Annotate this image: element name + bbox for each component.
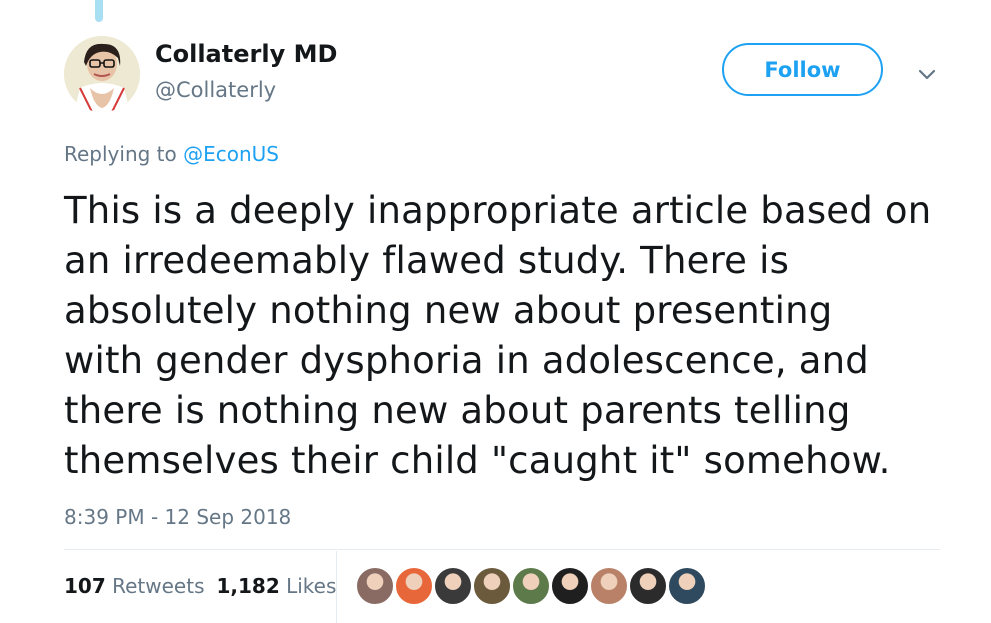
liker-avatar-7[interactable]: [590, 567, 628, 605]
likes-label: Likes: [286, 574, 337, 598]
retweets-count: 107: [64, 574, 106, 598]
reply-mention-link[interactable]: @EconUS: [183, 142, 279, 166]
author-handle[interactable]: @Collaterly: [155, 78, 276, 102]
stats-divider: [64, 549, 940, 550]
liker-avatar-8[interactable]: [629, 567, 667, 605]
tweet-text-line: themselves their child "caught it" someh…: [64, 439, 891, 482]
author-display-name[interactable]: Collaterly MD: [155, 40, 337, 68]
tweet-text-line: with gender dysphoria in adolescence, an…: [64, 339, 869, 382]
retweets-label: Retweets: [112, 574, 205, 598]
tweet-text-line: an irredeemably flawed study. There is: [64, 239, 790, 282]
liker-avatar-4[interactable]: [473, 567, 511, 605]
tweet-card: Collaterly MD @Collaterly Follow Replyin…: [0, 0, 991, 623]
likes-stat[interactable]: 1,182 Likes: [216, 574, 336, 598]
reply-context: Replying to @EconUS: [64, 142, 279, 166]
liker-avatar-5[interactable]: [512, 567, 550, 605]
liker-avatar-6[interactable]: [551, 567, 589, 605]
tweet-text-line: there is nothing new about parents telli…: [64, 389, 851, 432]
author-avatar-image: [64, 36, 140, 112]
liker-avatar-1[interactable]: [356, 567, 394, 605]
liker-avatar-3[interactable]: [434, 567, 472, 605]
reply-context-prefix: Replying to: [64, 142, 184, 166]
follow-button[interactable]: Follow: [722, 43, 883, 96]
author-avatar[interactable]: [64, 36, 140, 112]
retweets-stat[interactable]: 107 Retweets: [64, 574, 204, 598]
liker-avatar-9[interactable]: [668, 567, 706, 605]
thread-connector-line: [95, 0, 103, 22]
liker-avatars: [356, 567, 707, 607]
likes-count: 1,182: [216, 574, 280, 598]
tweet-stats: 107 Retweets 1,182 Likes: [64, 574, 336, 598]
liker-avatar-2[interactable]: [395, 567, 433, 605]
tweet-text-line: absolutely nothing new about presenting: [64, 289, 833, 332]
tweet-timestamp[interactable]: 8:39 PM - 12 Sep 2018: [64, 505, 291, 529]
tweet-text: This is a deeply inappropriate article b…: [64, 186, 964, 486]
chevron-down-icon[interactable]: [914, 62, 940, 88]
tweet-text-line: This is a deeply inappropriate article b…: [64, 189, 932, 232]
